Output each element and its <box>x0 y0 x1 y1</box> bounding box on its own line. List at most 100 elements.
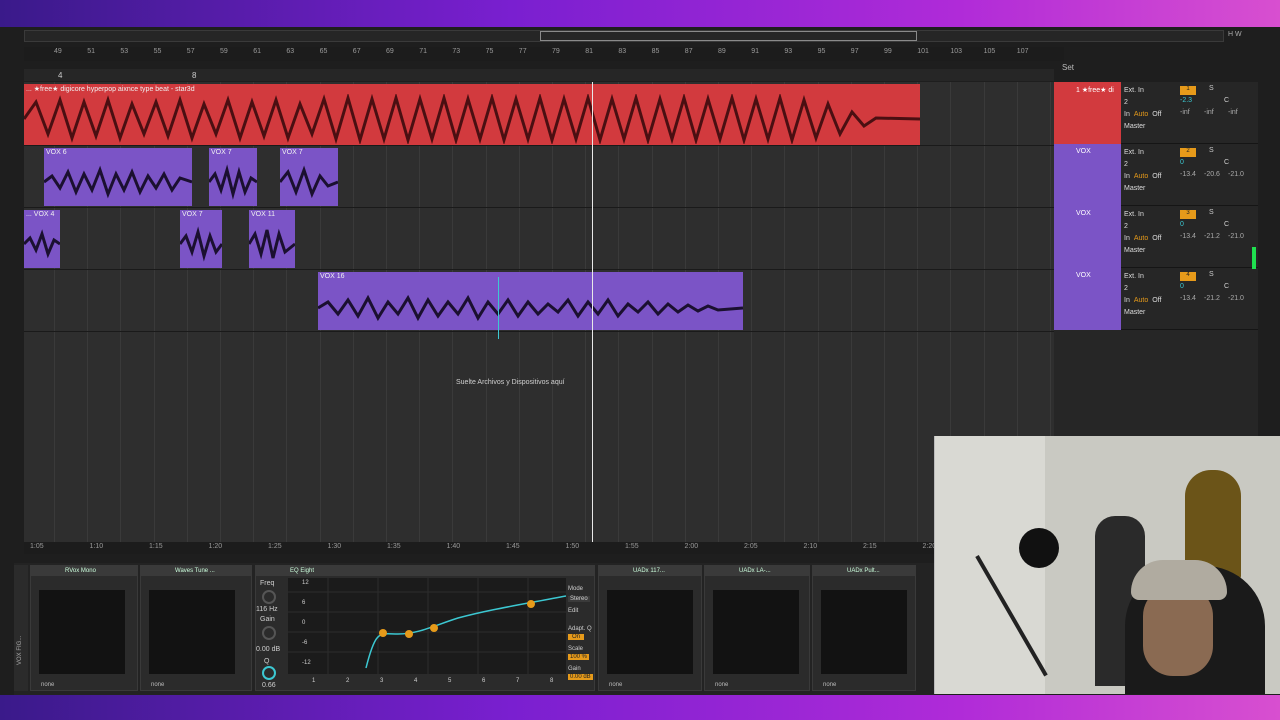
device-param[interactable]: none <box>609 682 622 688</box>
band-button[interactable]: 5 <box>448 678 451 684</box>
pan-value[interactable]: C <box>1224 221 1229 228</box>
monitor-in[interactable]: In <box>1124 297 1130 304</box>
channel-select[interactable]: 2 <box>1124 159 1161 171</box>
set-label[interactable]: Set <box>1062 63 1074 72</box>
pan-value[interactable]: C <box>1224 283 1229 290</box>
output-gain-value[interactable]: 0.00 dB <box>568 674 593 680</box>
mixer-row[interactable]: VOX Ext. In 2 In Auto Off Master 4 S 0 C -13.4 -21.2… <box>1054 268 1258 330</box>
track-title[interactable]: VOX <box>1076 272 1091 279</box>
output-select[interactable]: Master <box>1124 245 1161 257</box>
gain-knob[interactable] <box>262 626 276 640</box>
device-rvox[interactable]: RVox Mono none <box>30 565 138 691</box>
eq-display[interactable]: 12 6 0 -6 -12 <box>288 578 567 674</box>
input-select[interactable]: Ext. In <box>1124 147 1161 159</box>
channel-select[interactable]: 2 <box>1124 221 1161 233</box>
arrangement-view[interactable]: ... ★free★ digicore hyperpop aixnce type… <box>24 82 1085 542</box>
track-title[interactable]: VOX <box>1076 148 1091 155</box>
input-select[interactable]: Ext. In <box>1124 85 1161 97</box>
track-activator[interactable]: 2 <box>1180 148 1196 157</box>
track-activator[interactable]: 1 <box>1180 86 1196 95</box>
band-button[interactable]: 6 <box>482 678 485 684</box>
freq-knob[interactable] <box>262 590 276 604</box>
device-title[interactable]: UADx 117... <box>599 566 701 576</box>
device-param[interactable]: none <box>823 682 836 688</box>
channel-select[interactable]: 2 <box>1124 97 1161 109</box>
input-select[interactable]: Ext. In <box>1124 209 1161 221</box>
output-select[interactable]: Master <box>1124 183 1161 195</box>
solo-button[interactable]: S <box>1209 147 1214 154</box>
device-title[interactable]: Waves Tune ... <box>141 566 251 576</box>
band-button[interactable]: 4 <box>414 678 417 684</box>
track-name-box[interactable]: VOX <box>1054 268 1121 330</box>
eq-curve[interactable] <box>288 578 567 674</box>
monitor-off[interactable]: Off <box>1152 235 1161 242</box>
overview-selection[interactable] <box>540 31 917 41</box>
track-title[interactable]: VOX <box>1076 210 1091 217</box>
monitor-in[interactable]: In <box>1124 111 1130 118</box>
monitor-off[interactable]: Off <box>1152 173 1161 180</box>
volume-value[interactable]: 0 <box>1180 221 1206 228</box>
solo-button[interactable]: S <box>1209 271 1214 278</box>
device-title[interactable]: EQ Eight <box>256 566 594 576</box>
device-uad-la[interactable]: UADx LA-... none <box>704 565 810 691</box>
loop-bar[interactable]: 4 8 <box>24 69 1054 81</box>
track-name-box[interactable]: VOX <box>1054 144 1121 206</box>
monitor-auto[interactable]: Auto <box>1134 235 1148 242</box>
band-button[interactable]: 2 <box>346 678 349 684</box>
track-title[interactable]: 1 ★free★ di <box>1076 86 1114 94</box>
clip-vox[interactable]: VOX 7 <box>209 148 257 206</box>
scale-value[interactable]: 100 % <box>568 654 590 660</box>
monitor-off[interactable]: Off <box>1152 297 1161 304</box>
device-eq-eight[interactable]: EQ Eight Freq 116 Hz Gain 0.00 dB Q 0.66 <box>255 565 595 691</box>
q-knob[interactable] <box>262 666 276 680</box>
monitor-group[interactable]: In Auto Off <box>1124 171 1161 183</box>
band-button[interactable]: 8 <box>550 678 553 684</box>
volume-value[interactable]: -2.3 <box>1180 97 1206 104</box>
monitor-auto[interactable]: Auto <box>1134 111 1148 118</box>
monitor-in[interactable]: In <box>1124 235 1130 242</box>
clip-vox[interactable]: VOX 7 <box>280 148 338 206</box>
device-param[interactable]: none <box>151 682 164 688</box>
track-name-box[interactable]: VOX <box>1054 206 1121 268</box>
monitor-in[interactable]: In <box>1124 173 1130 180</box>
mixer-row[interactable]: VOX Ext. In 2 In Auto Off Master 2 S 0 C -13.4 -20.6… <box>1054 144 1258 206</box>
clip-vox[interactable]: ... VOX 4 <box>24 210 60 268</box>
clip-vox[interactable]: VOX 11 <box>249 210 295 268</box>
monitor-off[interactable]: Off <box>1152 111 1161 118</box>
arrangement-overview[interactable] <box>24 30 1224 42</box>
monitor-group[interactable]: In Auto Off <box>1124 295 1161 307</box>
time-ruler[interactable]: 1:05 1:10 1:15 1:20 1:25 1:30 1:35 1:40 1:45 1:50… <box>24 542 936 554</box>
track-activator[interactable]: 4 <box>1180 272 1196 281</box>
device-waves-tune[interactable]: Waves Tune ... none <box>140 565 252 691</box>
mixer-row[interactable]: 1 ★free★ di Ext. In 2 In Auto Off Master 1 S -2.3… <box>1054 82 1258 144</box>
device-param[interactable]: none <box>41 682 54 688</box>
band-button[interactable]: 1 <box>312 678 315 684</box>
channel-select[interactable]: 2 <box>1124 283 1161 295</box>
device-title[interactable]: UADx LA-... <box>705 566 809 576</box>
device-uad-1176[interactable]: UADx 117... none <box>598 565 702 691</box>
edit-button[interactable]: Edit <box>568 608 578 614</box>
solo-button[interactable]: S <box>1209 85 1214 92</box>
mode-select[interactable]: Stereo <box>568 596 590 602</box>
track-name-box[interactable]: 1 ★free★ di <box>1054 82 1121 144</box>
clip-vox[interactable]: VOX 7 <box>180 210 222 268</box>
pan-value[interactable]: C <box>1224 97 1229 104</box>
track-activator[interactable]: 3 <box>1180 210 1196 219</box>
clip-beat[interactable]: ... ★free★ digicore hyperpop aixnce type… <box>24 84 920 145</box>
beat-ruler[interactable]: 49 51 53 55 57 59 61 63 65 67 69 71 73 75 77 79 81 83 85 87… <box>24 47 1064 61</box>
solo-button[interactable]: S <box>1209 209 1214 216</box>
volume-value[interactable]: 0 <box>1180 159 1206 166</box>
output-select[interactable]: Master <box>1124 307 1161 319</box>
device-uad-pultec[interactable]: UADx Pult... none <box>812 565 916 691</box>
monitor-auto[interactable]: Auto <box>1134 173 1148 180</box>
overview-buttons[interactable]: H W <box>1228 31 1242 38</box>
device-title[interactable]: RVox Mono <box>31 566 137 576</box>
monitor-group[interactable]: In Auto Off <box>1124 233 1161 245</box>
device-param[interactable]: none <box>715 682 728 688</box>
eq-band-selector[interactable]: 1 2 3 4 5 6 7 8 <box>288 676 566 690</box>
clip-vox[interactable]: VOX 16 <box>318 272 743 330</box>
pan-value[interactable]: C <box>1224 159 1229 166</box>
q-value[interactable]: 0.66 <box>262 682 276 689</box>
device-title[interactable]: UADx Pult... <box>813 566 915 576</box>
track-vox-1[interactable]: VOX 6 VOX 7 VOX 7 <box>24 146 1054 208</box>
